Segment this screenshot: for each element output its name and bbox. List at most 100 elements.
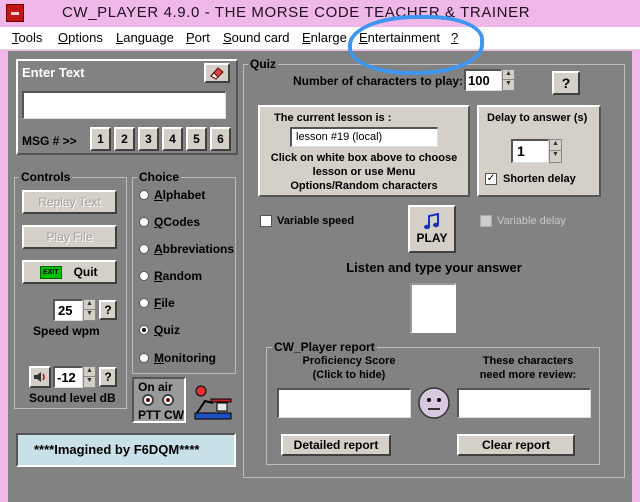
review-label-1: These characters	[482, 355, 574, 367]
play-file-button[interactable]: Play File	[22, 225, 117, 249]
play-button[interactable]: PLAY	[408, 205, 456, 253]
choice-q-codes[interactable]: Q Codes	[139, 215, 200, 229]
menu-bar: Tools Options Language Port Sound card E…	[0, 27, 640, 50]
enter-text-panel: Enter Text MSG # >> 1 2 3 4 5 6	[16, 59, 238, 155]
credit-box: ****Imagined by F6DQM****	[16, 433, 236, 467]
delay-spinner[interactable]: ▲ ▼	[549, 139, 562, 163]
on-air-title: On air	[138, 380, 173, 394]
title-bar: CW_PLAYER 4.9.0 - THE MORSE CODE TEACHER…	[0, 0, 640, 27]
detailed-report-button[interactable]: Detailed report	[281, 434, 391, 456]
quit-button[interactable]: EXIT Quit	[22, 260, 117, 284]
quiz-panel: Number of characters to play: 100 ▲ ▼ ? T…	[243, 64, 625, 478]
credit-text: ****Imagined by F6DQM****	[34, 442, 200, 457]
lesson-box: The current lesson is : lesson #19 (loca…	[258, 105, 470, 197]
replay-text-button[interactable]: Replay Text	[22, 190, 117, 214]
menu-options[interactable]: Options	[58, 30, 103, 45]
controls-title: Controls	[19, 170, 73, 184]
menu-enlarge[interactable]: Enlarge	[302, 30, 347, 45]
enter-text-input[interactable]	[22, 91, 226, 119]
delay-input[interactable]: 1	[511, 139, 549, 163]
radio-quiz[interactable]	[139, 325, 149, 335]
choice-title: Choice	[137, 170, 182, 184]
delay-title: Delay to answer (s)	[487, 112, 588, 124]
radio-abbreviations[interactable]	[139, 244, 149, 254]
morse-key-icon	[194, 385, 232, 420]
enter-text-title: Enter Text	[22, 65, 85, 80]
answer-input[interactable]	[410, 283, 456, 333]
ptt-cw-label: PTT CW	[138, 408, 184, 422]
msg-button-3[interactable]: 3	[138, 127, 159, 151]
review-characters-box[interactable]	[457, 388, 591, 418]
msg-button-6[interactable]: 6	[210, 127, 231, 151]
choice-monitoring[interactable]: Monitoring	[139, 351, 216, 365]
cw-led-icon	[162, 394, 174, 406]
speaker-button[interactable]	[29, 366, 51, 388]
msg-button-5[interactable]: 5	[186, 127, 207, 151]
shorten-delay-checkbox[interactable]: ✓	[485, 173, 497, 185]
lesson-hint-1: Click on white box above to choose	[270, 152, 458, 164]
quit-label: Quit	[73, 265, 98, 279]
choice-alphabet[interactable]: Alphabet	[139, 188, 205, 202]
msg-button-2[interactable]: 2	[114, 127, 135, 151]
speed-help-button[interactable]: ?	[99, 300, 117, 320]
radio-file[interactable]	[139, 298, 149, 308]
clear-report-button[interactable]: Clear report	[457, 434, 575, 456]
choice-panel: Alphabet Q Codes Abbreviations Random Fi…	[132, 177, 236, 374]
num-chars-spinner[interactable]: ▲ ▼	[502, 69, 515, 91]
speed-spinner[interactable]: ▲ ▼	[83, 299, 96, 321]
quiz-help-button[interactable]: ?	[552, 71, 580, 95]
lesson-hint-2: lesson or use Menu	[312, 166, 416, 178]
choice-file[interactable]: File	[139, 296, 175, 310]
on-air-panel: On air PTT CW	[132, 377, 186, 423]
review-label-2: need more review:	[479, 369, 577, 381]
delay-box: Delay to answer (s) 1 ▲ ▼ ✓ Shorten delay	[477, 105, 601, 197]
lesson-select[interactable]: lesson #19 (local)	[290, 127, 438, 147]
menu-language[interactable]: Language	[116, 30, 174, 45]
choice-abbreviations[interactable]: Abbreviations	[139, 242, 234, 256]
app-icon	[6, 4, 24, 22]
exit-icon: EXIT	[40, 265, 62, 279]
radio-q-codes[interactable]	[139, 217, 149, 227]
music-note-icon	[424, 213, 439, 230]
num-chars-label: Number of characters to play:	[293, 74, 464, 88]
controls-panel: Replay Text Play File EXIT Quit 25 ▲ ▼ ? …	[14, 177, 127, 409]
main-area: Enter Text MSG # >> 1 2 3 4 5 6 Replay T…	[8, 51, 632, 502]
variable-delay-label: Variable delay	[497, 215, 566, 227]
radio-alphabet[interactable]	[139, 190, 149, 200]
proficiency-score-box[interactable]	[277, 388, 411, 418]
speed-label: Speed wpm	[33, 324, 100, 338]
neutral-face-icon	[418, 387, 450, 419]
lesson-title: The current lesson is :	[274, 112, 392, 124]
msg-label: MSG # >>	[22, 134, 77, 148]
menu-tools[interactable]: Tools	[12, 30, 42, 45]
listen-label: Listen and type your answer	[346, 260, 522, 275]
choice-random[interactable]: Random	[139, 269, 202, 283]
sound-level-label: Sound level dB	[29, 391, 116, 405]
lesson-hint-3: Options/Random characters	[290, 180, 438, 192]
play-label: PLAY	[416, 231, 448, 245]
radio-random[interactable]	[139, 271, 149, 281]
msg-button-4[interactable]: 4	[162, 127, 183, 151]
radio-monitoring[interactable]	[139, 353, 149, 363]
variable-delay-checkbox[interactable]	[480, 215, 492, 227]
highlight-annotation	[348, 15, 484, 75]
menu-sound-card[interactable]: Sound card	[223, 30, 290, 45]
report-title: CW_Player report	[272, 340, 377, 354]
ptt-led-icon	[142, 394, 154, 406]
speaker-icon	[34, 372, 45, 382]
variable-speed-label: Variable speed	[277, 215, 355, 227]
sound-level-spinner[interactable]: ▲ ▼	[83, 366, 96, 388]
variable-speed-checkbox[interactable]	[260, 215, 272, 227]
sound-level-input[interactable]: -12	[53, 366, 83, 388]
eraser-icon	[210, 67, 224, 80]
quiz-title: Quiz	[248, 57, 278, 71]
num-chars-input[interactable]: 100	[464, 69, 502, 91]
shorten-delay-label: Shorten delay	[503, 173, 576, 185]
proficiency-label-2: (Click to hide)	[312, 369, 386, 381]
msg-button-1[interactable]: 1	[90, 127, 111, 151]
menu-port[interactable]: Port	[186, 30, 210, 45]
sound-help-button[interactable]: ?	[99, 367, 117, 387]
choice-quiz[interactable]: Quiz	[139, 323, 180, 337]
speed-input[interactable]: 25	[53, 299, 83, 321]
eraser-button[interactable]	[204, 63, 230, 83]
